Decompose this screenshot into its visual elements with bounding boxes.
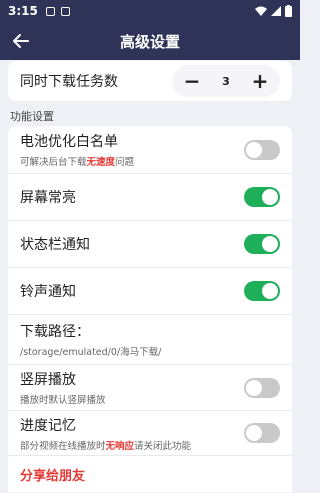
portrait-play-toggle[interactable]	[244, 377, 280, 398]
row-label: 铃声通知	[20, 284, 76, 300]
row-label: 竖屏播放	[20, 372, 76, 388]
row-portrait-play[interactable]: 竖屏播放 播放时默认竖屏播放	[8, 365, 292, 411]
concurrent-downloads-label: 同时下载任务数	[20, 74, 118, 90]
row-battery-whitelist[interactable]: 电池优化白名单 可解决后台下载无速度问题	[8, 126, 292, 174]
row-progress-memory[interactable]: 进度记忆 部分视频在线播放时无响应请关闭此功能	[8, 411, 292, 456]
progress-memory-toggle[interactable]	[244, 423, 280, 443]
status-bar: 3:15	[0, 0, 300, 22]
settings-list: 电池优化白名单 可解决后台下载无速度问题 屏幕常亮 状态栏通知 铃声通知 下载路…	[8, 126, 292, 492]
page-title: 高级设置	[119, 32, 180, 51]
stepper-value: 3	[222, 74, 230, 88]
quantity-stepper: − 3 +	[172, 65, 280, 97]
statusbar-notify-toggle[interactable]	[244, 234, 280, 254]
status-time: 3:15	[8, 4, 38, 18]
row-label: 状态栏通知	[20, 237, 90, 253]
app-bar: 高级设置	[0, 22, 300, 60]
screen-on-toggle[interactable]	[244, 187, 280, 207]
battery-icon	[285, 5, 292, 17]
row-download-path[interactable]: 下载路径： /storage/emulated/0/海马下载/	[8, 315, 292, 365]
row-label: 进度记忆	[20, 417, 76, 434]
concurrent-downloads-card: 同时下载任务数 − 3 +	[8, 61, 292, 101]
app-icon	[60, 6, 70, 16]
ringtone-notify-toggle[interactable]	[244, 281, 280, 301]
row-screen-on[interactable]: 屏幕常亮	[8, 174, 292, 221]
row-statusbar-notify[interactable]: 状态栏通知	[8, 221, 292, 268]
row-label: 屏幕常亮	[20, 190, 76, 206]
wifi-icon	[255, 6, 267, 16]
row-share[interactable]: 分享给朋友	[8, 456, 292, 492]
row-label: 下载路径：	[20, 324, 90, 340]
row-description: 部分视频在线播放时无响应请关闭此功能	[20, 440, 192, 452]
top-bar: 3:15 高级设置	[0, 0, 300, 60]
share-link[interactable]: 分享给朋友	[20, 465, 85, 484]
row-label: 电池优化白名单	[20, 134, 118, 150]
increment-button[interactable]: +	[246, 67, 274, 95]
signal-icon	[271, 6, 281, 16]
row-ringtone-notify[interactable]: 铃声通知	[8, 268, 292, 315]
section-title: 功能设置	[10, 110, 54, 123]
row-description: 可解决后台下载无速度问题	[20, 157, 135, 168]
notification-icon	[45, 6, 55, 16]
battery-whitelist-toggle[interactable]	[244, 139, 280, 160]
decrement-button[interactable]: −	[178, 67, 206, 95]
row-description: 播放时默认竖屏播放	[20, 395, 106, 406]
download-path-value: /storage/emulated/0/海马下载/	[20, 347, 162, 358]
back-arrow-icon[interactable]	[10, 30, 32, 52]
